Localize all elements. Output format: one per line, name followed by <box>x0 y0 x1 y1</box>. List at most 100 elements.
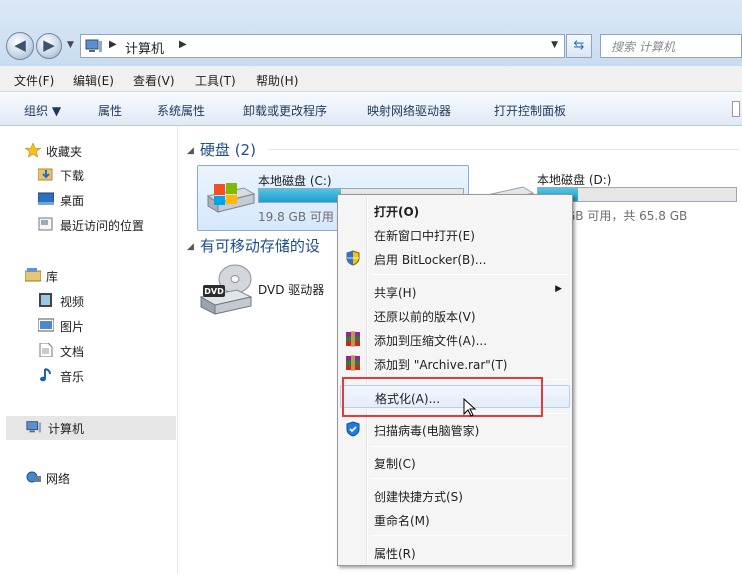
nav-documents-label: 文档 <box>60 345 85 359</box>
computer-icon <box>85 39 102 52</box>
removable-header-label: 有可移动存储的设 <box>199 237 320 255</box>
dvd-drive-icon: DVD <box>199 264 253 315</box>
drive-c-usage-fill <box>259 189 341 202</box>
menu-file[interactable]: 文件(F) <box>14 72 54 89</box>
drive-d-info: GB 可用，共 65.8 GB <box>566 209 688 223</box>
collapse-triangle-icon: ◢ <box>187 242 194 252</box>
desktop-icon <box>38 192 54 205</box>
drive-c-name: 本地磁盘 (C:) <box>258 174 332 188</box>
ctx-add-rar-label: 添加到 "Archive.rar"(T) <box>374 358 508 372</box>
command-bar: 组织 ▼ 属性 系统属性 卸载或更改程序 映射网络驱动器 打开控制面板 <box>0 92 742 126</box>
nav-music-label: 音乐 <box>60 370 85 384</box>
ctx-bitlocker-label: 启用 BitLocker(B)... <box>374 253 487 267</box>
ctx-bitlocker[interactable]: 启用 BitLocker(B)... <box>340 247 570 269</box>
ctx-open[interactable]: 打开(O) <box>340 199 570 221</box>
uninstall-program-button[interactable]: 卸载或更改程序 <box>243 102 327 119</box>
ctx-shortcut-label: 创建快捷方式(S) <box>374 490 463 504</box>
nav-desktop[interactable]: 桌面 <box>0 189 178 211</box>
ctx-scan-virus[interactable]: 扫描病毒(电脑管家) <box>340 418 570 440</box>
refresh-button[interactable]: ⇆ <box>566 34 592 58</box>
menu-help[interactable]: 帮助(H) <box>256 72 298 89</box>
library-icon <box>25 268 41 282</box>
ctx-open-new-window[interactable]: 在新窗口中打开(E) <box>340 223 570 245</box>
nav-network[interactable]: 网络 <box>0 467 178 489</box>
ctx-separator <box>370 535 568 536</box>
organize-button[interactable]: 组织 ▼ <box>24 102 61 119</box>
forward-button[interactable]: ▶ <box>36 33 62 59</box>
nav-computer[interactable]: 计算机 <box>6 416 176 440</box>
crumb-separator-icon[interactable]: ▶ <box>109 39 117 50</box>
ctx-create-shortcut[interactable]: 创建快捷方式(S) <box>340 484 570 506</box>
hard-drive-icon <box>206 183 256 213</box>
ctx-rename[interactable]: 重命名(M) <box>340 508 570 530</box>
winrar-icon <box>346 331 360 347</box>
winrar-icon <box>346 355 360 371</box>
nav-pictures-label: 图片 <box>60 320 85 334</box>
command-overflow-icon[interactable] <box>732 101 740 117</box>
menu-tools[interactable]: 工具(T) <box>195 72 236 89</box>
map-network-drive-button[interactable]: 映射网络驱动器 <box>367 102 451 119</box>
nav-videos-label: 视频 <box>60 295 85 309</box>
nav-recent[interactable]: 最近访问的位置 <box>0 214 178 236</box>
ctx-separator <box>370 274 568 275</box>
nav-videos[interactable]: 视频 <box>0 290 178 312</box>
nav-music[interactable]: 音乐 <box>0 365 178 387</box>
ctx-share[interactable]: 共享(H) ▶ <box>340 280 570 302</box>
nav-favorites[interactable]: 收藏夹 <box>0 140 178 162</box>
dvd-drive-name: DVD 驱动器 <box>258 283 325 297</box>
properties-button[interactable]: 属性 <box>98 102 122 119</box>
nav-libraries-label: 库 <box>46 270 59 284</box>
ctx-separator <box>370 478 568 479</box>
refresh-icon: ⇆ <box>573 38 585 53</box>
crumb-separator-icon[interactable]: ▶ <box>179 39 187 50</box>
address-dropdown-icon[interactable]: ▼ <box>551 40 558 50</box>
video-icon <box>39 293 52 307</box>
menu-bar: 文件(F) 编辑(E) 查看(V) 工具(T) 帮助(H) <box>0 66 742 92</box>
nav-desktop-label: 桌面 <box>60 194 85 208</box>
highlight-annotation-box <box>342 377 543 417</box>
open-control-panel-button[interactable]: 打开控制面板 <box>494 102 566 119</box>
ctx-add-archive[interactable]: 添加到压缩文件(A)... <box>340 328 570 350</box>
breadcrumb-computer[interactable]: 计算机 <box>125 38 164 57</box>
arrow-right-icon: ▶ <box>43 36 55 54</box>
removable-group-header[interactable]: ◢ 有可移动存储的设 <box>187 235 320 256</box>
submenu-arrow-icon: ▶ <box>555 284 562 294</box>
ctx-properties[interactable]: 属性(R) <box>340 541 570 563</box>
search-input[interactable]: 搜索 计算机 <box>600 34 742 58</box>
ctx-add-rar[interactable]: 添加到 "Archive.rar"(T) <box>340 352 570 374</box>
ctx-properties-label: 属性(R) <box>374 547 416 561</box>
nav-recent-label: 最近访问的位置 <box>60 219 145 233</box>
nav-network-label: 网络 <box>46 472 71 486</box>
security-shield-icon <box>346 421 360 437</box>
ctx-restore-versions[interactable]: 还原以前的版本(V) <box>340 304 570 326</box>
hard-disks-header-label: 硬盘 (2) <box>199 141 256 159</box>
group-divider <box>269 149 739 150</box>
arrow-left-icon: ◀ <box>14 36 26 54</box>
ctx-copy-label: 复制(C) <box>374 457 416 471</box>
nav-libraries[interactable]: 库 <box>0 265 178 287</box>
nav-downloads-label: 下载 <box>60 169 85 183</box>
download-folder-icon <box>38 168 53 181</box>
nav-downloads[interactable]: 下载 <box>0 164 178 186</box>
nav-computer-label: 计算机 <box>48 422 85 436</box>
hard-disks-group-header[interactable]: ◢ 硬盘 (2) <box>187 139 256 160</box>
nav-documents[interactable]: 文档 <box>0 340 178 362</box>
ctx-open-new-window-label: 在新窗口中打开(E) <box>374 229 475 243</box>
navigation-pane: 收藏夹 下载 桌面 最近访问的位置 库 视频 图片 文档 音乐 计算机 网络 <box>0 127 178 573</box>
ctx-share-label: 共享(H) <box>374 286 417 300</box>
menu-view[interactable]: 查看(V) <box>133 72 175 89</box>
ctx-copy[interactable]: 复制(C) <box>340 451 570 473</box>
back-button[interactable]: ◀ <box>6 32 34 60</box>
address-field[interactable]: ▶ 计算机 ▶ ▼ <box>80 34 565 58</box>
system-properties-button[interactable]: 系统属性 <box>157 102 205 119</box>
collapse-triangle-icon: ◢ <box>187 146 194 156</box>
nav-pictures[interactable]: 图片 <box>0 315 178 337</box>
computer-icon <box>26 421 42 433</box>
nav-favorites-label: 收藏夹 <box>46 145 83 159</box>
network-icon <box>26 471 41 483</box>
history-dropdown-icon[interactable]: ▼ <box>67 40 74 50</box>
star-icon <box>25 143 41 157</box>
ctx-open-label: 打开(O) <box>374 205 420 219</box>
menu-edit[interactable]: 编辑(E) <box>73 72 114 89</box>
ctx-scan-label: 扫描病毒(电脑管家) <box>374 424 480 438</box>
